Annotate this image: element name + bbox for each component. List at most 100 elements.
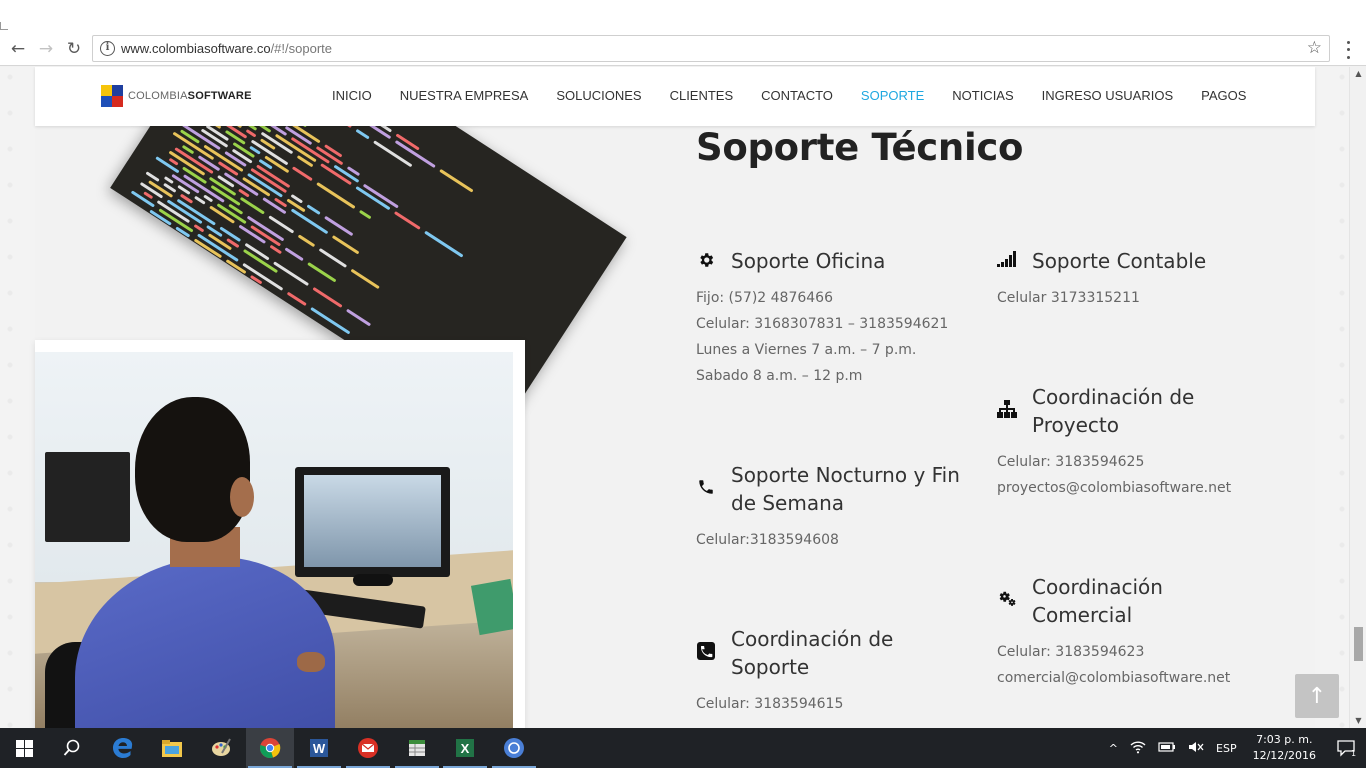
project-coordination-block: Coordinación de Proyecto Celular: 3183594… bbox=[997, 383, 1277, 503]
windows-logo-icon bbox=[15, 739, 33, 757]
office-hours-weekdays: Lunes a Viernes 7 a.m. – 7 p.m. bbox=[696, 342, 917, 358]
code-line-segment bbox=[284, 247, 304, 262]
browser-menu-icon[interactable] bbox=[1342, 39, 1354, 61]
accounting-support-block: Soporte Contable Celular 3173315211 bbox=[997, 247, 1277, 317]
night-support-phone: Celular:3183594608 bbox=[696, 532, 839, 548]
support-coordination-phone: Celular: 3183594615 bbox=[696, 696, 844, 712]
code-line-segment bbox=[355, 128, 370, 140]
file-explorer-taskbar-button[interactable] bbox=[148, 728, 196, 768]
svg-text:X: X bbox=[461, 741, 470, 756]
code-line-segment bbox=[373, 140, 413, 168]
excel-taskbar-button[interactable]: X bbox=[441, 728, 489, 768]
spreadsheet-taskbar-button[interactable] bbox=[393, 728, 441, 768]
support-photo-card bbox=[35, 340, 525, 728]
night-weekend-support-heading: Soporte Nocturno y Fin de Semana bbox=[731, 463, 960, 515]
tray-overflow-chevron[interactable]: ^ bbox=[1103, 742, 1124, 755]
address-bar[interactable]: i www.colombiasoftware.co/#!/soporte ☆ bbox=[92, 35, 1330, 62]
chrome-icon bbox=[260, 738, 281, 758]
action-center-button[interactable]: 1 bbox=[1326, 728, 1366, 768]
code-line-segment bbox=[331, 235, 360, 255]
paint-taskbar-button[interactable] bbox=[197, 728, 245, 768]
code-line-segment bbox=[439, 168, 474, 193]
code-line-segment bbox=[424, 230, 464, 258]
tab-strip bbox=[0, 0, 1366, 32]
nav-soporte[interactable]: SOPORTE bbox=[861, 88, 924, 103]
code-line-segment bbox=[145, 171, 160, 182]
back-to-top-button[interactable]: ↑ bbox=[1295, 674, 1339, 718]
project-coordination-heading: Coordinación de Proyecto bbox=[1032, 385, 1195, 437]
reload-button[interactable]: ↻ bbox=[62, 37, 86, 61]
nav-soluciones[interactable]: SOLUCIONES bbox=[556, 88, 641, 103]
accounting-phone: Celular 3173315211 bbox=[997, 290, 1140, 306]
support-office-heading: Soporte Oficina bbox=[731, 249, 886, 273]
site-header: COLOMBIASOFTWARE INICIO NUESTRA EMPRESA … bbox=[35, 67, 1315, 126]
commercial-coordination-block: Coordinación Comercial Celular: 318359462… bbox=[997, 573, 1277, 693]
nav-noticias[interactable]: NOTICIAS bbox=[952, 88, 1013, 103]
logo-text: COLOMBIASOFTWARE bbox=[128, 90, 252, 102]
nav-inicio[interactable]: INICIO bbox=[332, 88, 372, 103]
chrome-alt-taskbar-button[interactable] bbox=[490, 728, 538, 768]
code-line-segment bbox=[345, 308, 372, 327]
support-photo bbox=[35, 352, 513, 728]
scrollbar-thumb[interactable] bbox=[1354, 627, 1363, 661]
chrome-taskbar-button[interactable] bbox=[246, 728, 294, 768]
site-logo[interactable]: COLOMBIASOFTWARE bbox=[101, 84, 252, 108]
battery-icon[interactable] bbox=[1152, 741, 1182, 756]
word-taskbar-button[interactable]: W bbox=[295, 728, 343, 768]
project-email-link[interactable]: proyectos@colombiasoftware.net bbox=[997, 480, 1231, 496]
edge-taskbar-button[interactable] bbox=[99, 728, 147, 768]
code-line-segment bbox=[297, 234, 316, 248]
accounting-support-heading: Soporte Contable bbox=[1032, 249, 1207, 273]
mail-taskbar-button[interactable] bbox=[344, 728, 392, 768]
mail-icon bbox=[358, 738, 378, 758]
scroll-up-arrow-icon[interactable]: ▲ bbox=[1350, 67, 1366, 81]
system-tray: ^ ESP 7:03 p. m. 12/12/2016 1 bbox=[1103, 728, 1366, 768]
bookmark-star-icon[interactable]: ☆ bbox=[1307, 38, 1322, 58]
office-phone-fixed: Fijo: (57)2 4876466 bbox=[696, 290, 833, 306]
excel-icon: X bbox=[456, 739, 474, 757]
scroll-down-arrow-icon[interactable]: ▼ bbox=[1350, 714, 1366, 728]
nav-contacto[interactable]: CONTACTO bbox=[761, 88, 833, 103]
sitemap-icon bbox=[997, 399, 1017, 419]
support-coordination-heading: Coordinación de Soporte bbox=[731, 627, 894, 679]
code-line-segment bbox=[358, 209, 372, 220]
chrome-alt-icon bbox=[504, 738, 524, 758]
signal-bars-icon bbox=[997, 249, 1017, 269]
phone-icon bbox=[696, 477, 716, 497]
clock-time: 7:03 p. m. bbox=[1256, 733, 1313, 746]
page-scrollbar[interactable]: ▲ ▼ bbox=[1349, 67, 1366, 728]
back-button[interactable]: ← bbox=[6, 37, 30, 61]
input-language-indicator[interactable]: ESP bbox=[1210, 742, 1243, 755]
url-path: /#!/soporte bbox=[270, 41, 332, 56]
commercial-phone: Celular: 3183594623 bbox=[997, 644, 1145, 660]
code-line-segment bbox=[318, 247, 348, 268]
word-icon: W bbox=[310, 739, 328, 757]
office-phone-mobile: Celular: 3168307831 – 3183594621 bbox=[696, 316, 949, 332]
commercial-coordination-heading: Coordinación Comercial bbox=[1032, 575, 1163, 627]
forward-button[interactable]: → bbox=[34, 37, 58, 61]
code-line-segment bbox=[269, 244, 283, 255]
url-domain: www.colombiasoftware.co bbox=[121, 41, 271, 56]
search-button[interactable] bbox=[48, 728, 96, 768]
url-text[interactable]: www.colombiasoftware.co/#!/soporte bbox=[121, 41, 332, 56]
site-info-icon[interactable]: i bbox=[100, 41, 115, 56]
paint-palette-icon bbox=[212, 738, 231, 756]
nav-pagos[interactable]: PAGOS bbox=[1201, 88, 1246, 103]
code-line-segment bbox=[307, 261, 337, 283]
nav-nuestra-empresa[interactable]: NUESTRA EMPRESA bbox=[400, 88, 529, 103]
code-line-segment bbox=[306, 204, 321, 215]
clock-date: 12/12/2016 bbox=[1252, 749, 1316, 762]
svg-text:1: 1 bbox=[1351, 749, 1356, 757]
start-button[interactable] bbox=[0, 728, 48, 768]
svg-text:W: W bbox=[313, 741, 326, 756]
commercial-email-link[interactable]: comercial@colombiasoftware.net bbox=[997, 670, 1230, 686]
night-weekend-support-block: Soporte Nocturno y Fin de Semana Celular:… bbox=[696, 461, 976, 551]
nav-clientes[interactable]: CLIENTES bbox=[670, 88, 734, 103]
gears-icon bbox=[997, 588, 1017, 608]
volume-muted-icon[interactable] bbox=[1182, 740, 1210, 757]
office-hours-saturday: Sabado 8 a.m. – 12 p.m bbox=[696, 368, 863, 384]
nav-ingreso-usuarios[interactable]: INGRESO USUARIOS bbox=[1042, 88, 1173, 103]
wifi-icon[interactable] bbox=[1124, 740, 1152, 757]
system-clock[interactable]: 7:03 p. m. 12/12/2016 bbox=[1243, 732, 1326, 764]
code-line-segment bbox=[239, 196, 265, 215]
